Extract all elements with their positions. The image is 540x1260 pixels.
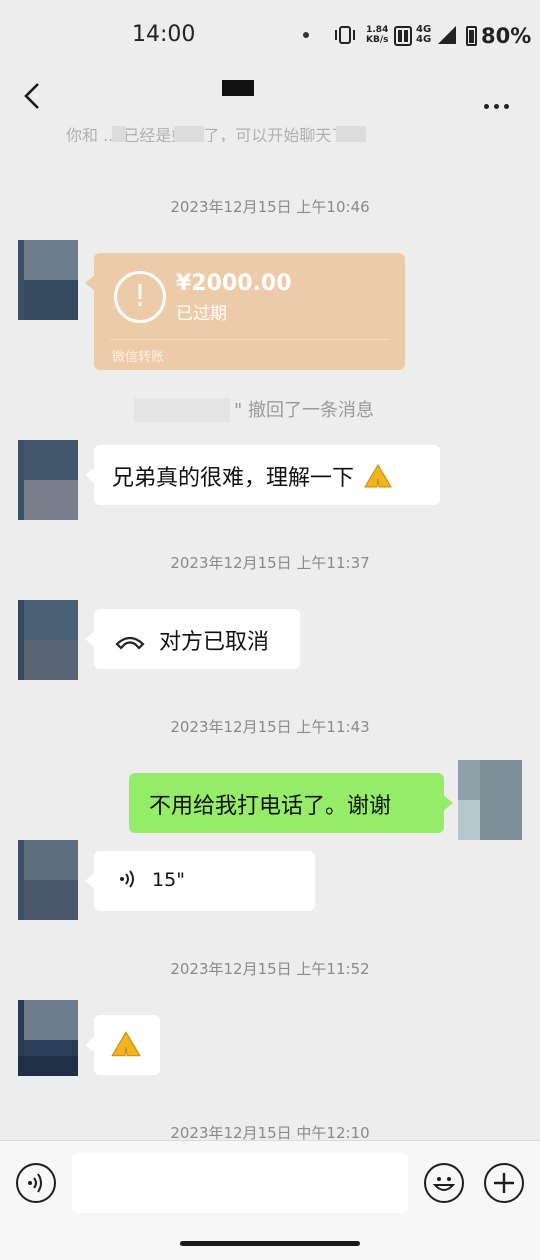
back-arrow-icon[interactable] (22, 80, 46, 112)
voice-duration: 15" (152, 869, 185, 891)
transfer-status: 已过期 (176, 304, 227, 324)
message-text: 不用给我打电话了。谢谢 (149, 794, 392, 819)
praying-hands-emoji (111, 1031, 141, 1057)
transfer-amount: ¥2000.00 (176, 271, 292, 296)
voice-icon (28, 1173, 42, 1193)
voice-input-button[interactable] (16, 1163, 56, 1203)
recall-notice: " 撤回了一条消息 (0, 396, 540, 422)
hd-icon (394, 26, 412, 46)
contact-avatar[interactable] (18, 1000, 78, 1080)
message-input[interactable] (72, 1153, 408, 1213)
more-icon[interactable] (484, 94, 514, 113)
self-message-bubble[interactable]: 不用给我打电话了。谢谢 (129, 773, 453, 833)
praying-hands-emoji (364, 464, 392, 488)
call-status-text: 对方已取消 (159, 630, 270, 655)
home-indicator[interactable] (180, 1241, 360, 1246)
plus-button[interactable] (484, 1163, 524, 1203)
timestamp: 2023年12月15日 上午11:37 (170, 554, 370, 572)
timestamp: 2023年12月15日 上午10:46 (170, 198, 370, 216)
chat-header (0, 72, 540, 122)
message-bubble[interactable]: 兄弟真的很难，理解一下 (85, 445, 440, 505)
privacy-pixel-block (336, 126, 366, 142)
phone-hangup-icon (115, 636, 145, 650)
emoji-message-bubble[interactable] (85, 1015, 160, 1075)
voice-wave-icon (120, 870, 134, 888)
contact-avatar[interactable] (18, 440, 78, 520)
battery-percent: 80% (481, 24, 532, 48)
exclamation-circle-icon: ! (114, 271, 166, 323)
divider (110, 339, 389, 340)
voice-message-bubble[interactable]: 15" (85, 851, 315, 911)
contact-avatar[interactable] (18, 240, 78, 320)
battery-icon (466, 26, 477, 46)
notification-dot-icon (303, 32, 309, 38)
emoji-icon (432, 1177, 456, 1191)
status-time: 14:00 (132, 22, 196, 47)
timestamp: 2023年12月15日 上午11:43 (170, 718, 370, 736)
status-bar: 14:00 1.84 KB/s 4G 4G 80% (0, 0, 540, 72)
signal-icon (438, 26, 456, 44)
plus-icon (494, 1173, 514, 1193)
contact-avatar[interactable] (18, 600, 78, 680)
emoji-button[interactable] (424, 1163, 464, 1203)
vibrate-icon (335, 26, 355, 44)
privacy-pixel-block (112, 126, 126, 142)
self-avatar[interactable] (458, 760, 522, 840)
network-speed: 1.84 KB/s (366, 25, 389, 45)
chat-title (222, 80, 254, 96)
system-notice: 你和 ... 已经是好友了，可以开始聊天了。 (66, 126, 364, 142)
network-type: 4G 4G (416, 24, 432, 45)
timestamp: 2023年12月15日 上午11:52 (170, 960, 370, 978)
message-text: 兄弟真的很难，理解一下 (112, 466, 355, 491)
transfer-label: 微信转账 (112, 350, 165, 365)
privacy-pixel-block (174, 126, 204, 142)
call-message-bubble[interactable]: 对方已取消 (85, 609, 300, 669)
contact-avatar[interactable] (18, 840, 78, 920)
privacy-pixel-block (134, 398, 230, 422)
transfer-card[interactable]: ! ¥2000.00 已过期 微信转账 (85, 253, 405, 370)
